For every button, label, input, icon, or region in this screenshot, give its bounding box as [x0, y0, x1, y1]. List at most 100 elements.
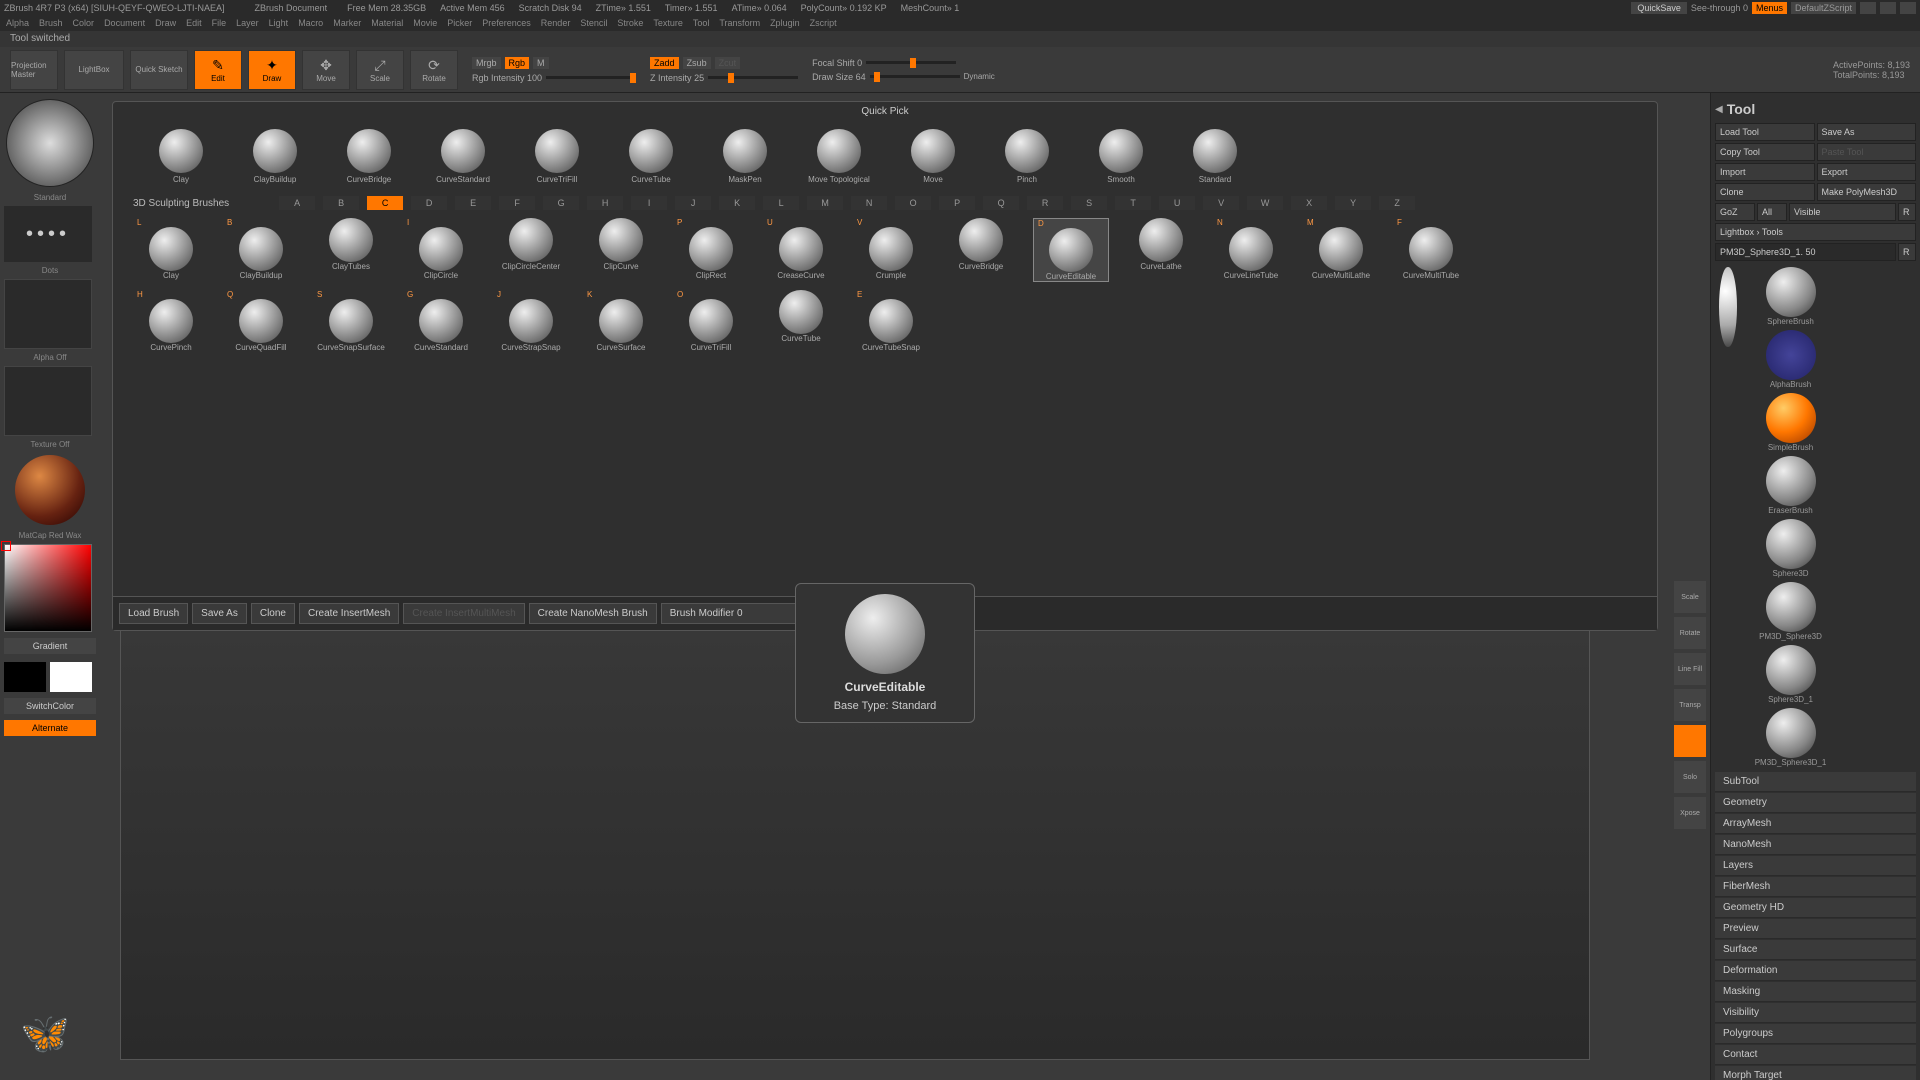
- tool-grid-item[interactable]: PM3D_Sphere3D_1: [1745, 708, 1837, 767]
- goz-visible-button[interactable]: Visible: [1789, 203, 1896, 221]
- gradient-button[interactable]: Gradient: [4, 638, 96, 654]
- lightbox-button[interactable]: LightBox: [64, 50, 124, 90]
- brush-item[interactable]: SCurveSnapSurface: [313, 290, 389, 352]
- menu-item[interactable]: Texture: [653, 18, 683, 28]
- filter-letter[interactable]: O: [895, 196, 931, 210]
- switchcolor-button[interactable]: SwitchColor: [4, 698, 96, 714]
- menu-item[interactable]: Picker: [447, 18, 472, 28]
- filter-letter[interactable]: X: [1291, 196, 1327, 210]
- menu-item[interactable]: Document: [104, 18, 145, 28]
- menu-item[interactable]: Macro: [298, 18, 323, 28]
- rgb-toggle[interactable]: Rgb: [505, 57, 530, 69]
- window-min-icon[interactable]: [1860, 2, 1876, 14]
- stroke-preview[interactable]: ••••: [4, 206, 92, 262]
- tool-grid-item[interactable]: Sphere3D: [1745, 519, 1837, 578]
- window-close-icon[interactable]: [1900, 2, 1916, 14]
- tool-grid-item[interactable]: Sphere3D_1: [1745, 645, 1837, 704]
- linefill-tool[interactable]: Line Fill: [1674, 653, 1706, 685]
- drawsize-slider[interactable]: [870, 75, 960, 78]
- m-toggle[interactable]: M: [533, 57, 549, 69]
- projection-master-button[interactable]: Projection Master: [10, 50, 58, 90]
- transp-tool[interactable]: Transp: [1674, 689, 1706, 721]
- zsub-toggle[interactable]: Zsub: [683, 57, 711, 69]
- texture-preview[interactable]: [4, 366, 92, 436]
- filter-letter[interactable]: L: [763, 196, 799, 210]
- brush-item[interactable]: DCurveEditable: [1033, 218, 1109, 282]
- quickpick-brush[interactable]: CurveTube: [613, 129, 689, 184]
- filter-letter[interactable]: U: [1159, 196, 1195, 210]
- dynamic-label[interactable]: Dynamic: [964, 72, 995, 81]
- filter-letter[interactable]: R: [1027, 196, 1063, 210]
- brush-item[interactable]: UCreaseCurve: [763, 218, 839, 282]
- quickpick-brush[interactable]: Standard: [1177, 129, 1253, 184]
- mrgb-toggle[interactable]: Mrgb: [472, 57, 501, 69]
- brush-item[interactable]: JCurveStrapSnap: [493, 290, 569, 352]
- rotate-button[interactable]: ⟳Rotate: [410, 50, 458, 90]
- brush-item[interactable]: CurveTube: [763, 290, 839, 352]
- quickpick-brush[interactable]: Move Topological: [801, 129, 877, 184]
- filter-letter[interactable]: E: [455, 196, 491, 210]
- filter-letter[interactable]: V: [1203, 196, 1239, 210]
- menu-item[interactable]: Light: [269, 18, 289, 28]
- menu-item[interactable]: Material: [371, 18, 403, 28]
- mesh-name[interactable]: PM3D_Sphere3D_1. 50: [1715, 243, 1896, 261]
- filter-letter[interactable]: H: [587, 196, 623, 210]
- alternate-button[interactable]: Alternate: [4, 720, 96, 736]
- color-black[interactable]: [4, 662, 46, 692]
- section-visibility[interactable]: Visibility: [1715, 1003, 1916, 1023]
- menu-item[interactable]: Color: [73, 18, 95, 28]
- tool-grid-item[interactable]: PM3D_Sphere3D: [1745, 582, 1837, 641]
- material-preview[interactable]: [15, 455, 85, 525]
- zcut-toggle[interactable]: Zcut: [715, 57, 741, 69]
- quicksave-button[interactable]: QuickSave: [1631, 2, 1687, 14]
- brush-preview[interactable]: [6, 99, 94, 187]
- brush-item[interactable]: VCrumple: [853, 218, 929, 282]
- save-brush-button[interactable]: Save As: [192, 603, 247, 624]
- filter-letter[interactable]: Q: [983, 196, 1019, 210]
- quickpick-brush[interactable]: CurveTriFill: [519, 129, 595, 184]
- brush-item[interactable]: BClayBuildup: [223, 218, 299, 282]
- zadd-toggle[interactable]: Zadd: [650, 57, 679, 69]
- menu-item[interactable]: Stencil: [580, 18, 607, 28]
- brush-item[interactable]: NCurveLineTube: [1213, 218, 1289, 282]
- menu-item[interactable]: Edit: [186, 18, 202, 28]
- filter-letter[interactable]: S: [1071, 196, 1107, 210]
- create-nanomesh-button[interactable]: Create NanoMesh Brush: [529, 603, 657, 624]
- filter-letter[interactable]: G: [543, 196, 579, 210]
- tool-grid-item[interactable]: EraserBrush: [1745, 456, 1837, 515]
- brush-item[interactable]: GCurveStandard: [403, 290, 479, 352]
- quickpick-brush[interactable]: Smooth: [1083, 129, 1159, 184]
- focal-slider[interactable]: [866, 61, 956, 64]
- menu-item[interactable]: Alpha: [6, 18, 29, 28]
- section-polygroups[interactable]: Polygroups: [1715, 1024, 1916, 1044]
- menu-item[interactable]: Render: [541, 18, 571, 28]
- section-geometry[interactable]: Geometry: [1715, 793, 1916, 813]
- lightbox-tools-button[interactable]: Lightbox › Tools: [1715, 223, 1916, 241]
- xpose-tool[interactable]: Xpose: [1674, 797, 1706, 829]
- saveas-tool-button[interactable]: Save As: [1817, 123, 1917, 141]
- menu-item[interactable]: Movie: [413, 18, 437, 28]
- rgb-intensity-slider[interactable]: [546, 76, 636, 79]
- scale-button[interactable]: ⤢Scale: [356, 50, 404, 90]
- menu-item[interactable]: Transform: [719, 18, 760, 28]
- filter-letter[interactable]: K: [719, 196, 755, 210]
- clone-brush-button[interactable]: Clone: [251, 603, 295, 624]
- draw-button[interactable]: ✦Draw: [248, 50, 296, 90]
- filter-letter[interactable]: P: [939, 196, 975, 210]
- brush-item[interactable]: OCurveTriFill: [673, 290, 749, 352]
- menu-item[interactable]: Layer: [236, 18, 259, 28]
- section-fibermesh[interactable]: FiberMesh: [1715, 877, 1916, 897]
- goz-r-button[interactable]: R: [1898, 203, 1916, 221]
- filter-letter[interactable]: N: [851, 196, 887, 210]
- quickpick-brush[interactable]: Clay: [143, 129, 219, 184]
- rotate-tool[interactable]: Rotate: [1674, 617, 1706, 649]
- z-intensity-slider[interactable]: [708, 76, 798, 79]
- brush-item[interactable]: ClipCircleCenter: [493, 218, 569, 282]
- section-layers[interactable]: Layers: [1715, 856, 1916, 876]
- tool-grid-item[interactable]: AlphaBrush: [1745, 330, 1837, 389]
- quickpick-brush[interactable]: MaskPen: [707, 129, 783, 184]
- brush-item[interactable]: ClipCurve: [583, 218, 659, 282]
- solo-tool[interactable]: Solo: [1674, 761, 1706, 793]
- move-button[interactable]: ✥Move: [302, 50, 350, 90]
- load-brush-button[interactable]: Load Brush: [119, 603, 188, 624]
